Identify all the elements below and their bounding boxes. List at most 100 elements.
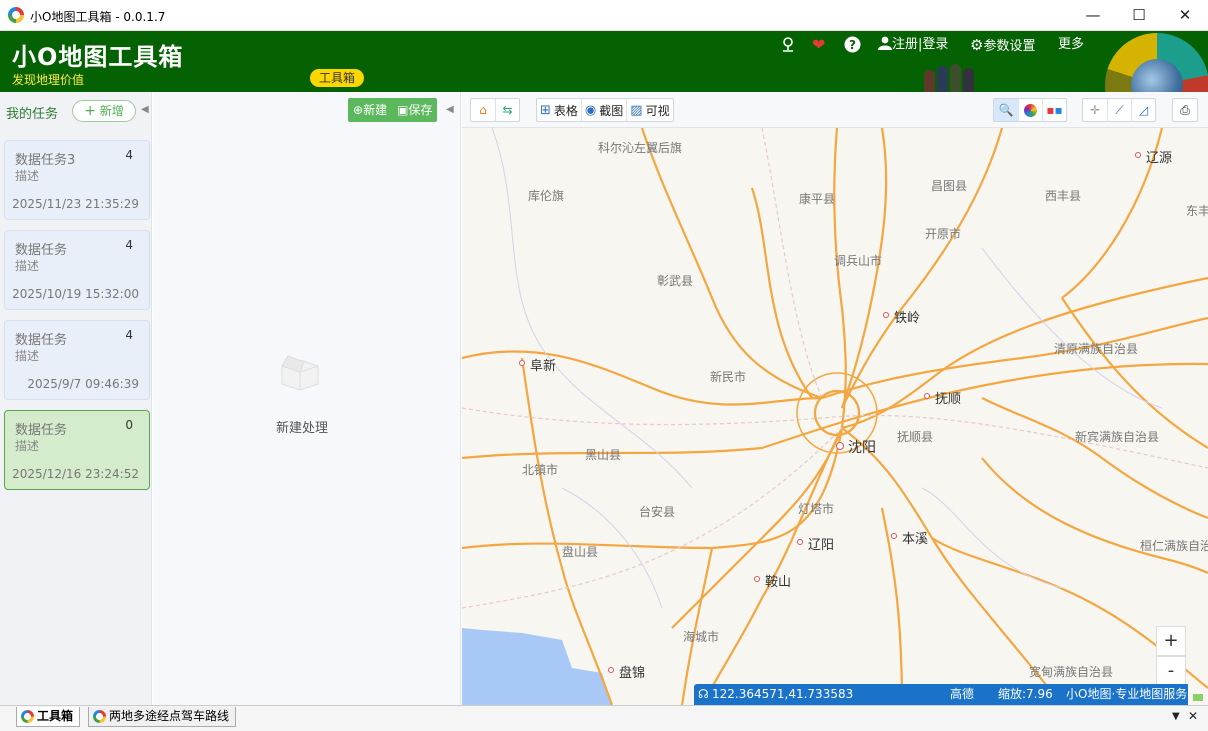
import-button[interactable]: ⇆ xyxy=(495,99,519,121)
layer-button[interactable]: ▪ ▪ xyxy=(1042,99,1066,121)
print-icon: ⎙ xyxy=(1180,102,1190,117)
table-button[interactable]: ⊞ 表格 xyxy=(537,99,581,121)
city-label: 阜新 xyxy=(530,359,557,374)
county-label: 科尔沁左翼后旗 xyxy=(598,141,683,155)
tab-toolbox[interactable]: 工具箱 xyxy=(16,707,81,727)
tab-close-icon[interactable]: ✕ xyxy=(1188,709,1198,723)
county-label: 宽甸满族自治县 xyxy=(1029,665,1114,679)
collapse-mid-icon[interactable]: ◀ xyxy=(446,104,454,115)
task-card[interactable]: 数据任务 4 描述 2025/9/7 09:46:39 xyxy=(4,320,150,400)
county-label: 新宾满族自治县 xyxy=(1075,430,1160,444)
task-card[interactable]: 数据任务 0 描述 2025/12/16 23:24:52 xyxy=(4,410,150,490)
save-button[interactable]: ▣保存 xyxy=(392,98,437,122)
toolbox-badge[interactable]: 工具箱 xyxy=(310,69,365,87)
brand-slogan: 发现地理价值 xyxy=(12,73,85,87)
search-tool-button[interactable]: 🔍 xyxy=(994,99,1018,121)
tab-driving-route[interactable]: 两地多途经点驾车路线 xyxy=(88,707,237,727)
area-button[interactable]: ◿ xyxy=(1131,99,1155,121)
county-label: 北镇市 xyxy=(522,463,559,477)
import-icon: ⇆ xyxy=(502,103,513,117)
headset-icon: ☊ xyxy=(698,687,709,701)
minimize-button[interactable]: — xyxy=(1070,0,1116,31)
brand-title: 小O地图工具箱 xyxy=(12,43,184,71)
tasks-panel: 我的任务 + 新增 ◀ 数据任务3 4 描述 2025/11/23 21:35:… xyxy=(0,92,152,705)
task-time: 2025/11/23 21:35:29 xyxy=(12,197,139,211)
empty-state-label: 新建处理 xyxy=(275,421,328,436)
county-label: 东丰 xyxy=(1186,204,1208,218)
task-name: 数据任务 xyxy=(15,243,68,258)
county-label: 彰武县 xyxy=(657,274,694,288)
county-label: 开原市 xyxy=(925,227,962,241)
task-desc: 描述 xyxy=(15,259,40,273)
city-label: 辽阳 xyxy=(808,538,835,553)
app-header: 小O地图工具箱 发现地理价值 工具箱 ❤ ? 注册|登录 ⚙参数设置 更多 xyxy=(0,31,1208,92)
screenshot-button[interactable]: ◉ 截图 xyxy=(580,99,626,121)
app-logo-icon xyxy=(8,7,24,23)
map-pin-icon[interactable] xyxy=(780,36,796,59)
add-task-button[interactable]: + 新增 xyxy=(72,100,136,122)
print-group: ⎙ xyxy=(1172,98,1198,122)
task-time: 2025/12/16 23:24:52 xyxy=(12,467,139,481)
close-button[interactable]: ✕ xyxy=(1162,0,1208,31)
help-icon[interactable]: ? xyxy=(844,36,861,58)
county-label: 台安县 xyxy=(639,505,676,519)
settings-link[interactable]: ⚙参数设置 xyxy=(970,36,1035,56)
county-label: 清原满族自治县 xyxy=(1054,342,1139,356)
maximize-button[interactable]: ☐ xyxy=(1116,0,1162,31)
task-name: 数据任务 xyxy=(15,333,68,348)
new-process-label: 新建 xyxy=(363,103,388,117)
zoom-out-button[interactable]: - xyxy=(1156,656,1186,686)
zoom-in-button[interactable]: + xyxy=(1156,626,1186,656)
map-status-bar: ☊ 122.364571,41.733583 高德 缩放:7.96 小O地图·专… xyxy=(694,684,1188,705)
register-login-link[interactable]: 注册|登录 xyxy=(878,36,948,54)
people-illustration xyxy=(920,63,982,92)
county-label: 昌图县 xyxy=(931,179,968,193)
collapse-left-icon[interactable]: ◀ xyxy=(141,104,149,115)
svg-text:?: ? xyxy=(849,38,856,52)
task-desc: 描述 xyxy=(15,439,40,453)
city-label: 本溪 xyxy=(902,532,929,547)
home-button[interactable]: ⌂ xyxy=(471,99,495,121)
view-group: ⊞ 表格 ◉ 截图 ▨ 可视 xyxy=(536,98,674,122)
task-desc: 描述 xyxy=(15,169,40,183)
city-label: 铁岭 xyxy=(894,311,921,326)
color-wheel-icon xyxy=(1024,103,1037,117)
task-count: 4 xyxy=(125,148,133,162)
map-view[interactable]: 辽源 铁岭 阜新 抚顺 沈阳 本溪 辽阳 鞍山 盘锦 科尔沁左翼后旗 库伦旗 康… xyxy=(462,128,1208,705)
city-label: 盘锦 xyxy=(619,666,646,681)
county-label: 抚顺县 xyxy=(897,430,934,444)
map-provider[interactable]: 高德 xyxy=(950,684,974,705)
service-label: 小O地图·专业地图服务 xyxy=(1066,687,1188,701)
task-count: 0 xyxy=(125,418,133,432)
county-label: 调兵山市 xyxy=(834,254,883,268)
camera-icon: ◉ xyxy=(584,102,597,118)
ruler-icon: ⟋ xyxy=(1115,102,1124,117)
ruler-button[interactable]: ⟋ xyxy=(1107,99,1131,121)
color-wheel-button[interactable] xyxy=(1018,99,1042,121)
processing-toolbar: ⊕新建 ▣保存 xyxy=(348,98,438,122)
task-card[interactable]: 数据任务 4 描述 2025/10/19 15:32:00 xyxy=(4,230,150,310)
visualize-button[interactable]: ▨ 可视 xyxy=(626,99,672,121)
city-label: 抚顺 xyxy=(935,392,962,407)
screenshot-label: 截图 xyxy=(599,103,624,118)
crosshair-button[interactable]: ✛ xyxy=(1083,99,1107,121)
tab-label: 工具箱 xyxy=(37,709,74,723)
new-process-button[interactable]: ⊕新建 xyxy=(348,98,392,122)
app-logo-icon xyxy=(93,710,106,723)
home-icon: ⌂ xyxy=(479,103,487,117)
search-icon: 🔍 xyxy=(998,103,1014,117)
county-label: 黑山县 xyxy=(585,448,622,462)
task-card[interactable]: 数据任务3 4 描述 2025/11/23 21:35:29 xyxy=(4,140,150,220)
nav-group: ⌂ ⇆ xyxy=(470,98,520,122)
county-label: 盘山县 xyxy=(562,545,599,559)
print-button[interactable]: ⎙ xyxy=(1173,99,1197,121)
plus-icon: + xyxy=(84,103,96,119)
register-login-label: 注册|登录 xyxy=(892,37,949,52)
more-menu[interactable]: 更多 xyxy=(1058,36,1084,54)
table-icon: ⊞ xyxy=(540,102,551,118)
county-label: 库伦旗 xyxy=(528,189,565,203)
globe-logo xyxy=(1105,33,1208,92)
tab-list-dropdown-icon[interactable]: ▼ xyxy=(1172,711,1180,722)
city-label: 沈阳 xyxy=(848,440,876,456)
heart-icon[interactable]: ❤ xyxy=(812,36,825,54)
